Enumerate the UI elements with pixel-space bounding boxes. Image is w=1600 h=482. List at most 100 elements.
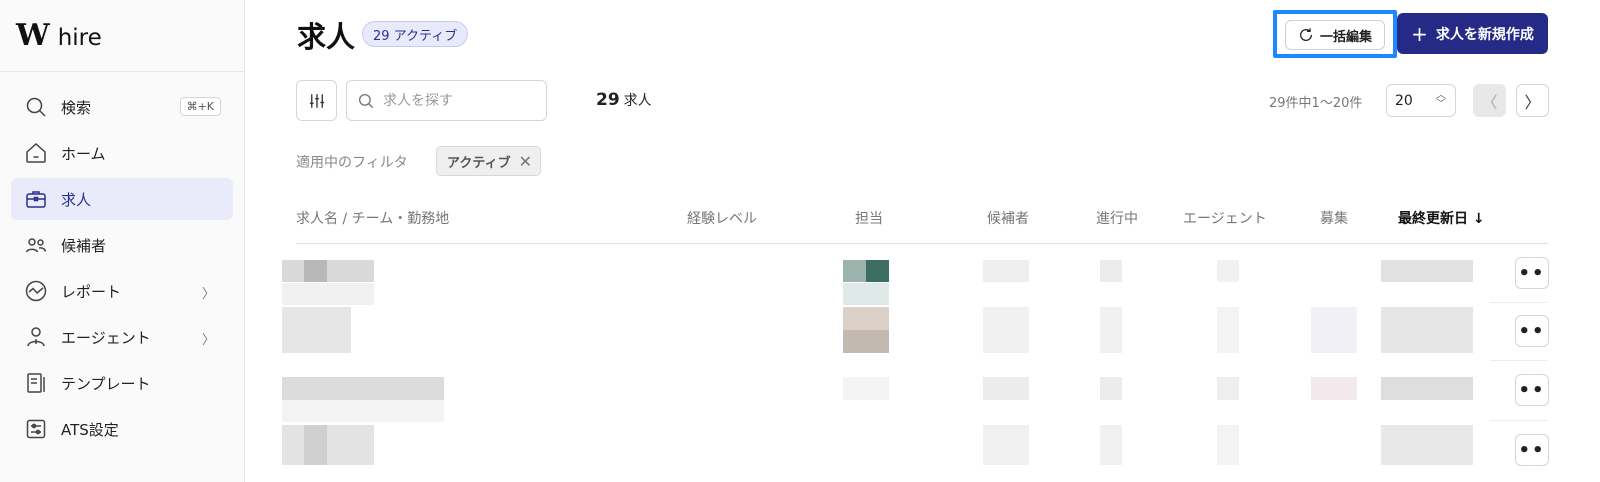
row-divider <box>1490 302 1548 303</box>
redacted-agents <box>1217 260 1239 282</box>
row-divider <box>1490 420 1548 421</box>
redacted-candidates <box>983 377 1029 400</box>
plus-icon: + <box>1411 21 1428 46</box>
search-field[interactable] <box>346 80 547 121</box>
redacted-in-progress <box>1100 260 1122 282</box>
redacted-openings <box>1311 307 1357 353</box>
chevron-right-icon: 〉 <box>201 287 215 302</box>
sidebar-item-jobs[interactable]: 求人 <box>11 178 233 220</box>
settings-icon <box>23 416 49 442</box>
next-page-button[interactable]: 〉 <box>1516 84 1549 117</box>
sidebar-item-label: 求人 <box>61 190 92 209</box>
close-icon[interactable]: ✕ <box>519 152 532 171</box>
redacted-in-progress <box>1100 425 1122 465</box>
per-page-value: 20 <box>1395 92 1413 109</box>
search-input[interactable] <box>383 92 533 109</box>
search-icon <box>358 93 374 108</box>
brand-logo: W <box>16 18 50 53</box>
row-more-button[interactable]: •• <box>1515 257 1549 289</box>
sidebar-item-label: 検索 <box>61 98 92 117</box>
column-header-job-name[interactable]: 求人名 / チーム・勤務地 <box>296 208 449 228</box>
redacted-in-progress <box>1100 377 1122 400</box>
owner-avatar <box>843 307 889 330</box>
redacted-team <box>282 283 374 305</box>
redacted-candidates <box>983 307 1029 353</box>
app-window: W hire 検索 ⌘+K ホーム 求人 候補者 レポート 〉 エージェント 〉… <box>0 0 1600 482</box>
prev-page-button[interactable]: 〈 <box>1473 84 1506 117</box>
owner-avatar <box>843 260 866 282</box>
redacted-agents <box>1217 377 1239 400</box>
active-filters-label: 適用中のフィルタ <box>296 155 408 171</box>
sidebar-item-label: レポート <box>61 282 122 301</box>
column-header-candidates[interactable]: 候補者 <box>987 208 1029 228</box>
sidebar-item-home[interactable]: ホーム <box>11 132 233 174</box>
sidebar-item-label: 候補者 <box>61 236 107 255</box>
redacted-block <box>304 425 327 465</box>
search-icon <box>23 94 49 120</box>
sidebar-item-search[interactable]: 検索 ⌘+K <box>11 86 233 128</box>
column-header-agents[interactable]: エージェント <box>1183 208 1267 228</box>
sidebar-item-candidates[interactable]: 候補者 <box>11 224 233 266</box>
redacted-team <box>282 400 444 422</box>
agent-icon <box>23 324 49 350</box>
sidebar-item-agents[interactable]: エージェント 〉 <box>11 316 233 358</box>
sidebar-item-templates[interactable]: テンプレート <box>11 362 233 404</box>
sidebar-item-label: テンプレート <box>61 374 151 393</box>
pagination-range: 29件中1〜20件 <box>1269 96 1363 111</box>
filter-settings-button[interactable] <box>296 80 337 121</box>
redacted-last-updated <box>1381 260 1473 282</box>
filter-chip-active[interactable]: アクティブ ✕ <box>436 146 541 176</box>
row-divider <box>1490 360 1548 361</box>
job-count-number: 29 <box>596 90 620 110</box>
owner-avatar <box>866 260 889 282</box>
owner-avatar <box>843 283 889 305</box>
column-header-experience[interactable]: 経験レベル <box>687 208 757 228</box>
bulk-edit-button[interactable]: 一括編集 <box>1285 20 1385 50</box>
create-job-button[interactable]: + 求人を新規作成 <box>1397 13 1548 54</box>
updown-chevron-icon: ︿ ﹀ <box>1436 90 1446 110</box>
row-more-button[interactable]: •• <box>1515 374 1549 406</box>
job-count: 29 求人 <box>596 90 652 110</box>
sliders-icon <box>309 93 324 108</box>
table-header-divider <box>296 243 1548 244</box>
column-header-openings[interactable]: 募集 <box>1320 208 1348 228</box>
chevron-right-icon: 〉 <box>201 333 215 348</box>
row-more-button[interactable]: •• <box>1515 315 1549 347</box>
redacted-last-updated <box>1381 377 1473 400</box>
people-icon <box>23 232 49 258</box>
brand[interactable]: W hire <box>0 0 244 72</box>
sidebar-nav: 検索 ⌘+K ホーム 求人 候補者 レポート 〉 エージェント 〉 テンプレート… <box>0 72 244 450</box>
sidebar-item-label: ホーム <box>61 144 106 163</box>
sidebar-item-ats-settings[interactable]: ATS設定 <box>11 408 233 450</box>
redacted-openings <box>1311 377 1357 400</box>
owner-avatar <box>843 330 889 353</box>
sidebar-item-reports[interactable]: レポート 〉 <box>11 270 233 312</box>
page-title: 求人 <box>297 20 356 54</box>
job-count-unit: 求人 <box>623 93 652 109</box>
redacted-candidates <box>983 425 1029 465</box>
refresh-icon <box>1299 28 1312 41</box>
redacted-job-title <box>282 307 351 353</box>
create-job-label: 求人を新規作成 <box>1435 26 1534 43</box>
column-header-in-progress[interactable]: 進行中 <box>1096 208 1138 228</box>
sidebar: W hire 検索 ⌘+K ホーム 求人 候補者 レポート 〉 エージェント 〉… <box>0 0 245 482</box>
chart-icon <box>23 278 49 304</box>
per-page-select[interactable]: 20 ︿ ﹀ <box>1386 84 1456 117</box>
redacted-last-updated <box>1381 425 1473 465</box>
redacted-agents <box>1217 425 1239 465</box>
briefcase-icon <box>23 186 49 212</box>
brand-name: hire <box>57 24 102 51</box>
redacted-in-progress <box>1100 307 1122 353</box>
shortcut-badge: ⌘+K <box>179 97 221 116</box>
bulk-edit-label: 一括編集 <box>1319 29 1372 45</box>
redacted-candidates <box>983 260 1029 282</box>
column-header-owner[interactable]: 担当 <box>855 208 883 228</box>
row-more-button[interactable]: •• <box>1515 434 1549 466</box>
owner-avatar <box>843 377 889 400</box>
filter-chip-label: アクティブ <box>447 155 511 171</box>
template-icon <box>23 370 49 396</box>
redacted-agents <box>1217 307 1239 353</box>
column-header-last-updated[interactable]: 最終更新日 ↓ <box>1398 208 1485 228</box>
redacted-job-title <box>282 377 444 400</box>
redacted-job-title <box>282 260 374 282</box>
